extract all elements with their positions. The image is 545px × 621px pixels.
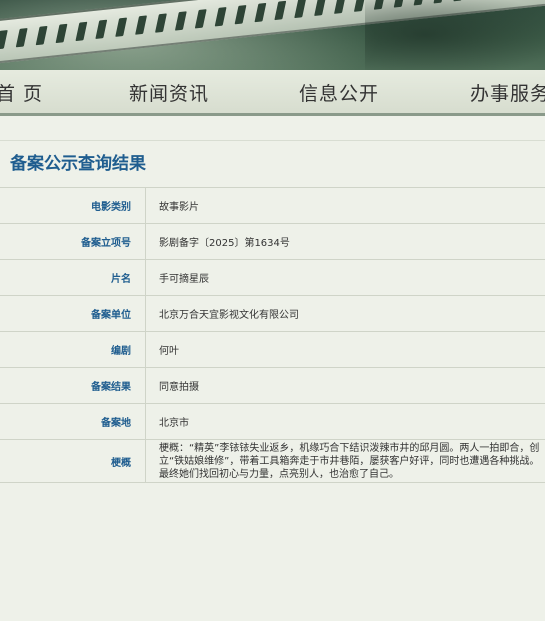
table-row: 梗概 梗概：“精英”李铱铱失业返乡，机缘巧合下结识泼辣市井的邱月圆。两人一拍即合…	[0, 440, 545, 483]
table-row: 备案结果 同意拍摄	[0, 368, 545, 404]
main-nav: 首 页 新闻资讯 信息公开 办事服务	[0, 70, 545, 116]
table-row: 备案地 北京市	[0, 404, 545, 440]
record-table: 电影类别 故事影片 备案立项号 影剧备字〔2025〕第1634号 片名 手可摘星…	[0, 187, 545, 483]
row-label: 备案地	[0, 404, 146, 439]
row-label: 备案立项号	[0, 224, 146, 259]
nav-item-news[interactable]: 新闻资讯	[129, 79, 209, 106]
page-title-bar: 备案公示查询结果	[0, 140, 545, 178]
table-row: 备案立项号 影剧备字〔2025〕第1634号	[0, 224, 545, 260]
row-value: 北京市	[159, 418, 189, 429]
row-value: 何叶	[159, 346, 179, 357]
table-row: 片名 手可摘星辰	[0, 260, 545, 296]
table-row: 编剧 何叶	[0, 332, 545, 368]
header-banner	[0, 0, 545, 70]
table-row: 备案单位 北京万合天宜影视文化有限公司	[0, 296, 545, 332]
row-value: 北京万合天宜影视文化有限公司	[159, 310, 299, 321]
row-value: 同意拍摄	[159, 382, 199, 393]
row-value: 影剧备字〔2025〕第1634号	[159, 238, 290, 249]
nav-item-services[interactable]: 办事服务	[470, 79, 545, 106]
row-label: 片名	[0, 260, 146, 295]
row-value: 手可摘星辰	[159, 274, 209, 285]
nav-item-home[interactable]: 首 页	[0, 79, 43, 106]
synopsis-text: 梗概：“精英”李铱铱失业返乡，机缘巧合下结识泼辣市井的邱月圆。两人一拍即合，创立…	[159, 443, 540, 480]
row-label: 梗概	[0, 440, 146, 482]
row-label: 备案结果	[0, 368, 146, 403]
row-label: 电影类别	[0, 188, 146, 223]
row-label: 编剧	[0, 332, 146, 367]
row-label: 备案单位	[0, 296, 146, 331]
nav-item-info-disclosure[interactable]: 信息公开	[299, 79, 379, 106]
row-value: 梗概：“精英”李铱铱失业返乡，机缘巧合下结识泼辣市井的邱月圆。两人一拍即合，创立…	[146, 440, 545, 482]
page-title: 备案公示查询结果	[10, 154, 146, 174]
row-value: 故事影片	[159, 202, 199, 213]
table-row: 电影类别 故事影片	[0, 188, 545, 224]
